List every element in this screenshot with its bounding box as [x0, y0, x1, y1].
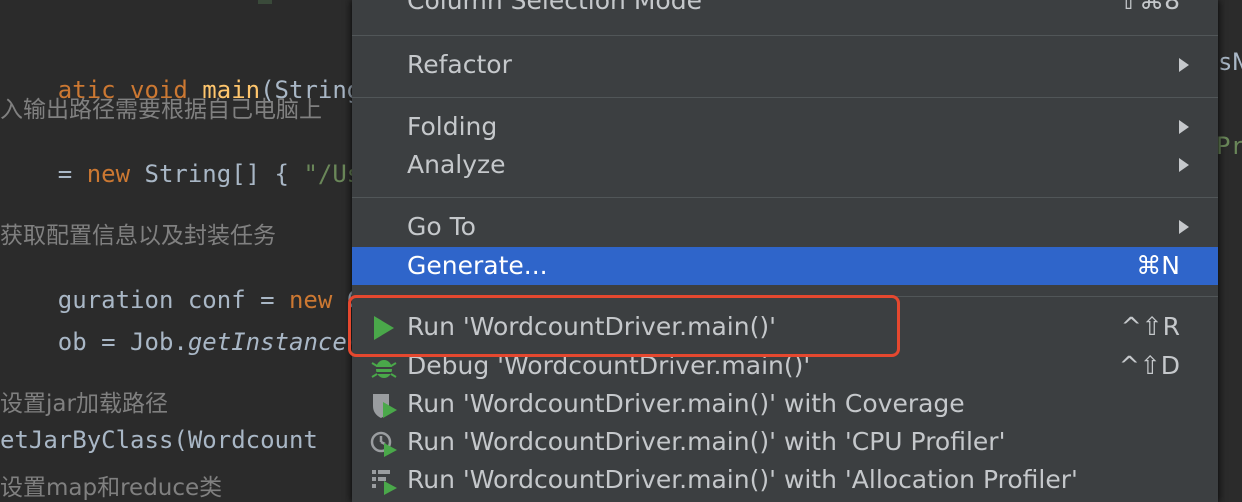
menu-item-label: Analyze: [407, 150, 506, 179]
menu-separator: [352, 97, 1218, 98]
menu-item-go-to[interactable]: Go To: [352, 208, 1218, 246]
menu-item-refactor[interactable]: Refactor: [352, 46, 1218, 84]
cpu-profiler-icon: [370, 429, 398, 457]
code-line: ob = Job.getInstance(c: [0, 300, 376, 384]
code-line: etJarByClass(Wordcount: [0, 426, 318, 454]
menu-item-column-selection-mode[interactable]: Column Selection Mode ⇧⌘8: [352, 0, 1218, 20]
submenu-arrow-icon: [1179, 58, 1189, 72]
menu-item-generate[interactable]: Generate... ⌘N: [352, 247, 1218, 285]
operator: =: [57, 160, 73, 188]
code-comment: 设置jar加载路径: [0, 391, 168, 417]
debug-icon: [370, 353, 398, 381]
submenu-arrow-icon: [1179, 158, 1189, 172]
menu-item-label: Run 'WordcountDriver.main()' with Covera…: [407, 389, 965, 418]
menu-item-label: Refactor: [407, 50, 512, 79]
menu-item-label: Run 'WordcountDriver.main()' with 'CPU P…: [407, 427, 1006, 456]
menu-item-shortcut: ^⇧R: [1120, 312, 1180, 341]
menu-item-shortcut: ^⇧D: [1118, 351, 1180, 380]
menu-item-label: Folding: [407, 112, 498, 141]
code-comment: 设置map和reduce类: [0, 475, 223, 501]
code-comment: 获取配置信息以及封装任务: [0, 223, 276, 249]
code-fragment-right: sN: [1218, 48, 1242, 76]
menu-item-label: Generate...: [407, 251, 548, 280]
submenu-arrow-icon: [1179, 220, 1189, 234]
menu-item-shortcut: ⇧⌘8: [1118, 0, 1180, 15]
menu-item-label: Go To: [407, 212, 476, 241]
code-text: ob = Job.: [57, 328, 188, 356]
menu-item-run-with-allocation-profiler[interactable]: Run 'WordcountDriver.main()' with 'Alloc…: [352, 461, 1218, 499]
menu-separator: [352, 35, 1218, 36]
menu-item-folding[interactable]: Folding: [352, 108, 1218, 146]
submenu-arrow-icon: [1179, 120, 1189, 134]
code-fragment-right: Pr: [1216, 132, 1242, 160]
code-line: = new String[] { "/Use: [0, 132, 376, 216]
gutter-mark: [258, 0, 272, 4]
menu-item-analyze[interactable]: Analyze: [352, 146, 1218, 184]
menu-item-label: Run 'WordcountDriver.main()' with 'Alloc…: [407, 465, 1078, 494]
coverage-icon: [370, 391, 398, 419]
method-call: getInstance: [187, 328, 347, 356]
keyword: new: [86, 160, 131, 188]
annotation-highlight-box: [348, 295, 900, 357]
menu-item-label: Column Selection Mode: [407, 0, 702, 15]
menu-item-run-with-cpu-profiler[interactable]: Run 'WordcountDriver.main()' with 'CPU P…: [352, 423, 1218, 461]
allocation-profiler-icon: [370, 467, 398, 495]
code-comment: 入输出路径需要根据自己电脑上: [0, 97, 322, 123]
code-text: String[] {: [130, 160, 304, 188]
context-menu: Column Selection Mode ⇧⌘8 Refactor Foldi…: [352, 0, 1218, 502]
menu-item-run-with-coverage[interactable]: Run 'WordcountDriver.main()' with Covera…: [352, 385, 1218, 423]
menu-separator: [352, 197, 1218, 198]
menu-item-shortcut: ⌘N: [1136, 251, 1180, 280]
